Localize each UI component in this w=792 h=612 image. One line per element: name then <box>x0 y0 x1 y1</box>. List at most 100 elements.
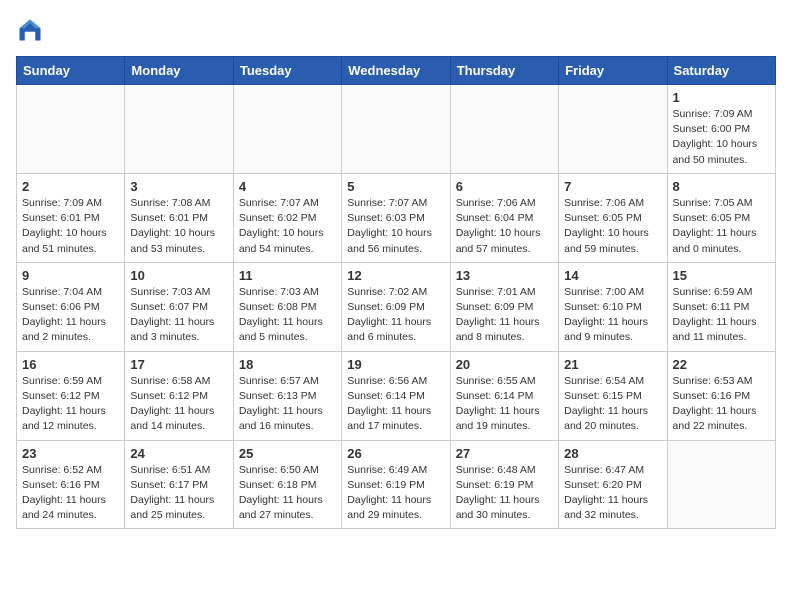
day-info: Sunrise: 7:05 AM Sunset: 6:05 PM Dayligh… <box>673 196 770 257</box>
day-info: Sunrise: 6:55 AM Sunset: 6:14 PM Dayligh… <box>456 374 553 435</box>
calendar-cell: 5 Sunrise: 7:07 AM Sunset: 6:03 PM Daylig… <box>342 173 450 262</box>
day-number: 21 <box>564 357 661 372</box>
calendar-cell <box>17 85 125 174</box>
day-number: 19 <box>347 357 444 372</box>
day-number: 12 <box>347 268 444 283</box>
day-number: 28 <box>564 446 661 461</box>
day-info: Sunrise: 7:00 AM Sunset: 6:10 PM Dayligh… <box>564 285 661 346</box>
weekday-header-tuesday: Tuesday <box>233 57 341 85</box>
calendar-cell: 13 Sunrise: 7:01 AM Sunset: 6:09 PM Dayli… <box>450 262 558 351</box>
day-number: 24 <box>130 446 227 461</box>
calendar-cell: 15 Sunrise: 6:59 AM Sunset: 6:11 PM Dayli… <box>667 262 775 351</box>
calendar-cell: 6Sunrise: 7:06 AM Sunset: 6:04 PM Daylig… <box>450 173 558 262</box>
weekday-header-monday: Monday <box>125 57 233 85</box>
day-number: 1 <box>673 90 770 105</box>
calendar-table: SundayMondayTuesdayWednesdayThursdayFrid… <box>16 56 776 529</box>
calendar-cell: 20 Sunrise: 6:55 AM Sunset: 6:14 PM Dayli… <box>450 351 558 440</box>
day-info: Sunrise: 7:09 AM Sunset: 6:00 PM Dayligh… <box>673 107 770 168</box>
day-number: 7 <box>564 179 661 194</box>
day-number: 17 <box>130 357 227 372</box>
logo-icon <box>16 16 44 44</box>
calendar-cell <box>233 85 341 174</box>
calendar-cell <box>559 85 667 174</box>
calendar-cell: 21 Sunrise: 6:54 AM Sunset: 6:15 PM Dayli… <box>559 351 667 440</box>
day-info: Sunrise: 6:53 AM Sunset: 6:16 PM Dayligh… <box>673 374 770 435</box>
day-info: Sunrise: 6:54 AM Sunset: 6:15 PM Dayligh… <box>564 374 661 435</box>
calendar-cell: 8 Sunrise: 7:05 AM Sunset: 6:05 PM Daylig… <box>667 173 775 262</box>
day-number: 26 <box>347 446 444 461</box>
calendar-cell <box>342 85 450 174</box>
calendar-cell: 25 Sunrise: 6:50 AM Sunset: 6:18 PM Dayli… <box>233 440 341 529</box>
day-info: Sunrise: 6:59 AM Sunset: 6:11 PM Dayligh… <box>673 285 770 346</box>
day-number: 9 <box>22 268 119 283</box>
day-info: Sunrise: 7:07 AM Sunset: 6:02 PM Dayligh… <box>239 196 336 257</box>
day-number: 27 <box>456 446 553 461</box>
calendar-cell: 27 Sunrise: 6:48 AM Sunset: 6:19 PM Dayli… <box>450 440 558 529</box>
day-info: Sunrise: 6:58 AM Sunset: 6:12 PM Dayligh… <box>130 374 227 435</box>
calendar-cell <box>450 85 558 174</box>
calendar-cell: 28 Sunrise: 6:47 AM Sunset: 6:20 PM Dayli… <box>559 440 667 529</box>
day-info: Sunrise: 7:01 AM Sunset: 6:09 PM Dayligh… <box>456 285 553 346</box>
day-number: 16 <box>22 357 119 372</box>
day-info: Sunrise: 6:51 AM Sunset: 6:17 PM Dayligh… <box>130 463 227 524</box>
day-info: Sunrise: 6:47 AM Sunset: 6:20 PM Dayligh… <box>564 463 661 524</box>
calendar-cell <box>667 440 775 529</box>
day-info: Sunrise: 6:49 AM Sunset: 6:19 PM Dayligh… <box>347 463 444 524</box>
calendar-cell: 22 Sunrise: 6:53 AM Sunset: 6:16 PM Dayli… <box>667 351 775 440</box>
calendar-cell: 14 Sunrise: 7:00 AM Sunset: 6:10 PM Dayli… <box>559 262 667 351</box>
calendar-cell: 3 Sunrise: 7:08 AM Sunset: 6:01 PM Daylig… <box>125 173 233 262</box>
day-info: Sunrise: 7:03 AM Sunset: 6:07 PM Dayligh… <box>130 285 227 346</box>
day-info: Sunrise: 7:03 AM Sunset: 6:08 PM Dayligh… <box>239 285 336 346</box>
page-header <box>16 16 776 44</box>
calendar-cell: 26 Sunrise: 6:49 AM Sunset: 6:19 PM Dayli… <box>342 440 450 529</box>
day-number: 15 <box>673 268 770 283</box>
calendar-cell: 23 Sunrise: 6:52 AM Sunset: 6:16 PM Dayli… <box>17 440 125 529</box>
day-number: 23 <box>22 446 119 461</box>
calendar-cell <box>125 85 233 174</box>
calendar-cell: 9 Sunrise: 7:04 AM Sunset: 6:06 PM Daylig… <box>17 262 125 351</box>
day-number: 2 <box>22 179 119 194</box>
day-info: Sunrise: 6:48 AM Sunset: 6:19 PM Dayligh… <box>456 463 553 524</box>
day-number: 11 <box>239 268 336 283</box>
day-number: 8 <box>673 179 770 194</box>
calendar-cell: 16 Sunrise: 6:59 AM Sunset: 6:12 PM Dayli… <box>17 351 125 440</box>
logo <box>16 16 48 44</box>
day-info: Sunrise: 6:57 AM Sunset: 6:13 PM Dayligh… <box>239 374 336 435</box>
day-info: Sunrise: 6:52 AM Sunset: 6:16 PM Dayligh… <box>22 463 119 524</box>
day-number: 14 <box>564 268 661 283</box>
calendar-cell: 19 Sunrise: 6:56 AM Sunset: 6:14 PM Dayli… <box>342 351 450 440</box>
day-info: Sunrise: 7:07 AM Sunset: 6:03 PM Dayligh… <box>347 196 444 257</box>
weekday-header-wednesday: Wednesday <box>342 57 450 85</box>
day-number: 3 <box>130 179 227 194</box>
day-info: Sunrise: 7:06 AM Sunset: 6:05 PM Dayligh… <box>564 196 661 257</box>
weekday-header-friday: Friday <box>559 57 667 85</box>
weekday-header-thursday: Thursday <box>450 57 558 85</box>
day-number: 5 <box>347 179 444 194</box>
day-info: Sunrise: 7:09 AM Sunset: 6:01 PM Dayligh… <box>22 196 119 257</box>
calendar-cell: 18 Sunrise: 6:57 AM Sunset: 6:13 PM Dayli… <box>233 351 341 440</box>
weekday-header-sunday: Sunday <box>17 57 125 85</box>
calendar-cell: 7 Sunrise: 7:06 AM Sunset: 6:05 PM Daylig… <box>559 173 667 262</box>
calendar-cell: 24 Sunrise: 6:51 AM Sunset: 6:17 PM Dayli… <box>125 440 233 529</box>
weekday-header-saturday: Saturday <box>667 57 775 85</box>
day-number: 13 <box>456 268 553 283</box>
calendar-cell: 1 Sunrise: 7:09 AM Sunset: 6:00 PM Daylig… <box>667 85 775 174</box>
day-info: Sunrise: 6:56 AM Sunset: 6:14 PM Dayligh… <box>347 374 444 435</box>
calendar-cell: 11 Sunrise: 7:03 AM Sunset: 6:08 PM Dayli… <box>233 262 341 351</box>
day-number: 25 <box>239 446 336 461</box>
day-info: Sunrise: 6:59 AM Sunset: 6:12 PM Dayligh… <box>22 374 119 435</box>
day-number: 6 <box>456 179 553 194</box>
calendar-cell: 12 Sunrise: 7:02 AM Sunset: 6:09 PM Dayli… <box>342 262 450 351</box>
day-number: 20 <box>456 357 553 372</box>
day-info: Sunrise: 7:02 AM Sunset: 6:09 PM Dayligh… <box>347 285 444 346</box>
calendar-cell: 10 Sunrise: 7:03 AM Sunset: 6:07 PM Dayli… <box>125 262 233 351</box>
day-info: Sunrise: 7:08 AM Sunset: 6:01 PM Dayligh… <box>130 196 227 257</box>
day-info: Sunrise: 7:04 AM Sunset: 6:06 PM Dayligh… <box>22 285 119 346</box>
day-number: 10 <box>130 268 227 283</box>
calendar-cell: 17 Sunrise: 6:58 AM Sunset: 6:12 PM Dayli… <box>125 351 233 440</box>
day-info: Sunrise: 6:50 AM Sunset: 6:18 PM Dayligh… <box>239 463 336 524</box>
day-number: 22 <box>673 357 770 372</box>
day-number: 4 <box>239 179 336 194</box>
day-number: 18 <box>239 357 336 372</box>
calendar-cell: 4 Sunrise: 7:07 AM Sunset: 6:02 PM Daylig… <box>233 173 341 262</box>
